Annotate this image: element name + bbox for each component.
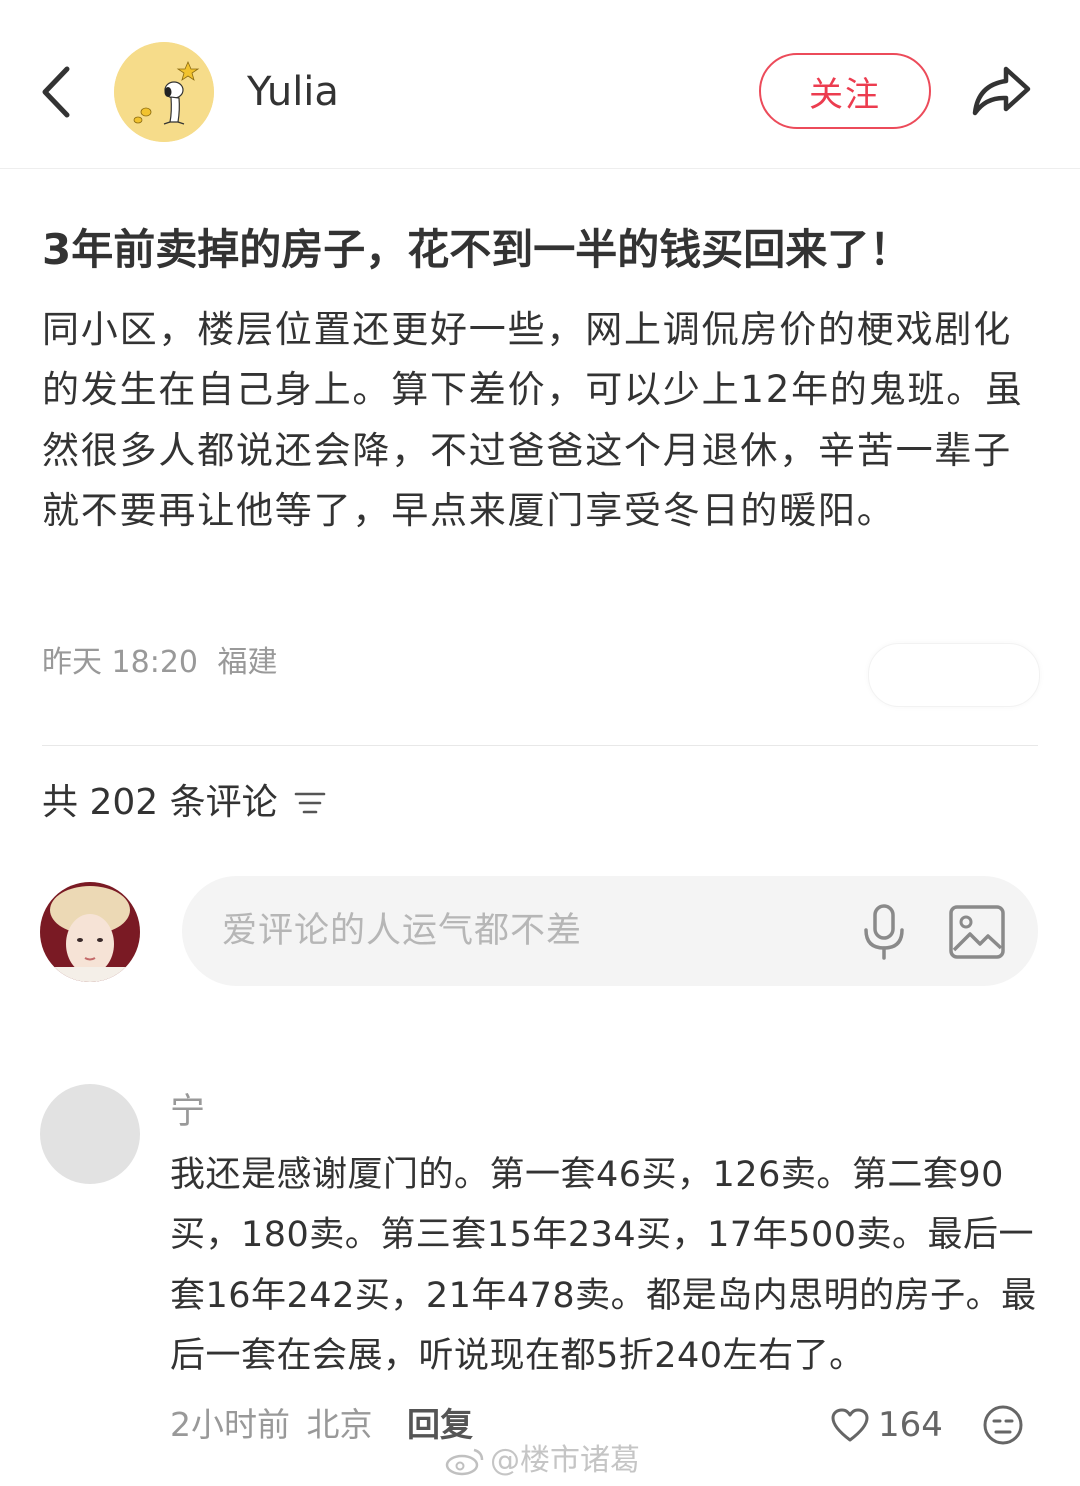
author-name[interactable]: Yulia: [247, 66, 339, 118]
comment-count: 共 202 条评论: [42, 780, 326, 826]
top-bar: Yulia 关注: [0, 0, 1080, 169]
comment-location: 北京: [306, 1405, 373, 1444]
post-location: 福建: [217, 645, 278, 680]
comment-input[interactable]: 爱评论的人运气都不差: [182, 876, 1038, 986]
comment-time: 2小时前: [170, 1405, 290, 1444]
current-user-avatar[interactable]: [40, 882, 140, 982]
comment-count-label: 共 202 条评论: [42, 782, 278, 823]
image-icon: [949, 905, 1005, 959]
like-button[interactable]: 164: [830, 1402, 943, 1448]
comment-author-name[interactable]: 宁: [170, 1088, 205, 1136]
chevron-left-icon: [42, 66, 70, 118]
post-time: 昨天 18:20: [42, 645, 198, 680]
heart-icon: [830, 1407, 870, 1443]
author-avatar[interactable]: [114, 42, 214, 142]
post-body: 同小区，楼层位置还更好一些，网上调侃房价的梗戏剧化的发生在自己身上。算下差价，可…: [42, 308, 1024, 533]
comment-placeholder[interactable]: 爱评论的人运气都不差: [222, 906, 582, 956]
share-arrow-icon: [972, 66, 1031, 116]
voice-input-button[interactable]: [854, 902, 914, 962]
snoopy-avatar-illustration: [114, 42, 214, 142]
watermark: @楼市诸葛: [444, 1440, 640, 1482]
divider: [42, 745, 1038, 746]
image-upload-button[interactable]: [946, 902, 1008, 962]
microphone-icon: [864, 904, 904, 960]
watermark-text: @楼市诸葛: [490, 1443, 640, 1478]
sort-lines-icon[interactable]: [294, 788, 326, 818]
weibo-logo-icon: [444, 1446, 486, 1476]
blurred-action-pill[interactable]: [868, 643, 1040, 707]
comment-text: 我还是感谢厦门的。第一套46买，126卖。第二套90买，180卖。第三套15年2…: [170, 1155, 1037, 1377]
post-title: 3年前卖掉的房子，花不到一半的钱买回来了！: [42, 225, 912, 274]
emoji-reaction-button[interactable]: [982, 1404, 1024, 1446]
follow-button[interactable]: 关注: [759, 53, 931, 129]
comment-footer: 2小时前 北京 回复: [170, 1402, 473, 1448]
share-button[interactable]: [966, 58, 1036, 124]
comment-avatar[interactable]: [40, 1084, 140, 1184]
neutral-face-icon: [983, 1405, 1023, 1445]
user-photo-avatar: [40, 882, 140, 982]
post-meta: 昨天 18:20 福建: [42, 642, 278, 684]
back-button[interactable]: [30, 56, 82, 128]
like-count: 164: [878, 1405, 943, 1445]
